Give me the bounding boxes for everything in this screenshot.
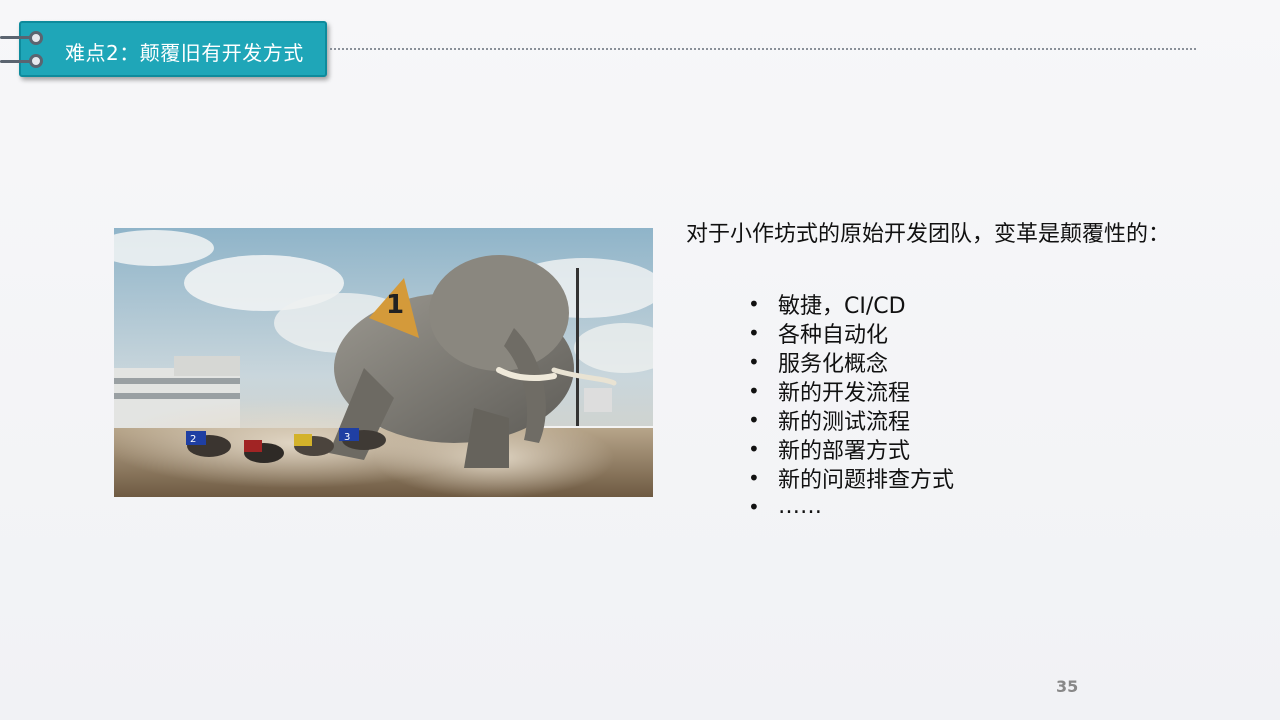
bib-3: 3: [344, 432, 350, 443]
elephant-racing-photo: 1 3 2: [114, 228, 653, 497]
bullet-text: 新的部署方式: [778, 438, 911, 464]
list-item: • ……: [748, 492, 954, 521]
bullet-icon: •: [748, 494, 760, 519]
bullet-text: 敏捷，CI/CD: [778, 293, 906, 319]
bullet-text: 新的开发流程: [778, 380, 911, 406]
page-number: 35: [1056, 677, 1079, 696]
list-item: • 新的问题排查方式: [748, 463, 955, 493]
list-item: • 新的测试流程: [748, 405, 954, 435]
intro-text: 对于小作坊式的原始开发团队，变革是颠覆性的：: [686, 222, 1171, 247]
bullet-icon: •: [748, 349, 760, 374]
bib-2: 2: [190, 434, 196, 445]
list-item: • 新的开发流程: [748, 376, 954, 406]
bullet-icon: •: [748, 436, 760, 461]
slide-title: 难点2：颠覆旧有开发方式: [65, 41, 304, 65]
list-item: • 各种自动化: [748, 318, 954, 348]
bullet-icon: •: [748, 291, 760, 316]
bullet-text: 各种自动化: [778, 322, 889, 348]
bullet-text: 新的问题排查方式: [778, 467, 955, 493]
list-item: • 敏捷，CI/CD: [748, 289, 954, 319]
title-divider: [330, 48, 1196, 50]
list-item: • 服务化概念: [748, 347, 954, 377]
bullet-text: 新的测试流程: [778, 409, 911, 435]
bib-1: 1: [386, 290, 404, 320]
bullet-text: 服务化概念: [778, 351, 889, 377]
bullet-icon: •: [748, 465, 760, 490]
bullet-list: • 敏捷，CI/CD • 各种自动化 • 服务化概念 • 新的开发流程 • 新的测试流程 …: [748, 289, 954, 521]
bullet-text: ……: [778, 494, 822, 519]
title-tab: 难点2：颠覆旧有开发方式: [19, 21, 327, 77]
bullet-icon: •: [748, 378, 760, 403]
list-item: • 新的部署方式: [748, 434, 954, 464]
bullet-icon: •: [748, 407, 760, 432]
bullet-icon: •: [748, 320, 760, 345]
